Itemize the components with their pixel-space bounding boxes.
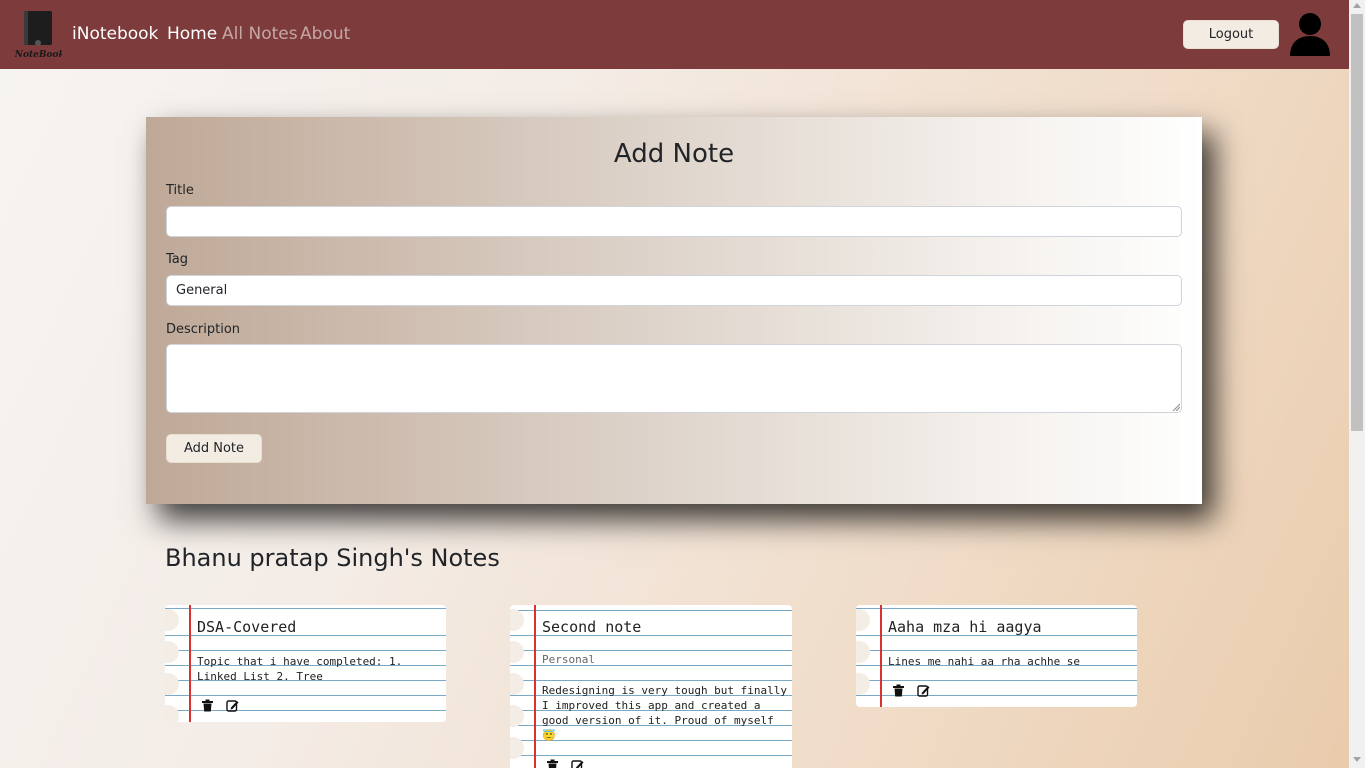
- add-note-button[interactable]: Add Note: [166, 434, 262, 463]
- paper-hole: [165, 673, 179, 695]
- margin-line: [880, 605, 882, 707]
- edit-icon[interactable]: [571, 759, 584, 768]
- note-description: Topic that i have completed: 1. Linked L…: [197, 655, 403, 683]
- title-input[interactable]: [166, 206, 1182, 237]
- paper-hole: [856, 641, 870, 663]
- description-textarea[interactable]: [166, 344, 1182, 413]
- add-note-heading: Add Note: [613, 139, 735, 169]
- paper-hole: [165, 705, 179, 722]
- trash-icon[interactable]: [546, 759, 559, 768]
- brand-name[interactable]: iNotebook: [72, 24, 158, 44]
- paper-hole: [856, 673, 870, 695]
- notebook-logo-icon[interactable]: iNoteBook: [14, 9, 62, 61]
- nav-about[interactable]: About: [300, 24, 350, 44]
- margin-line: [534, 605, 536, 768]
- scroll-up-arrow-icon[interactable]: [1353, 3, 1361, 8]
- margin-line: [189, 605, 191, 722]
- note-card: DSA-Covered Topic that i have completed:…: [165, 605, 446, 722]
- paper-hole: [165, 641, 179, 663]
- note-title: DSA-Covered: [197, 618, 297, 636]
- notes-section-heading: Bhanu pratap Singh's Notes: [165, 544, 500, 572]
- note-title: Second note: [542, 618, 642, 636]
- resize-grip-icon[interactable]: [1172, 403, 1180, 411]
- tag-input[interactable]: [166, 275, 1182, 306]
- paper-hole: [165, 609, 179, 631]
- trash-icon[interactable]: [201, 699, 214, 712]
- logo-caption: iNoteBook: [14, 50, 62, 60]
- paper-hole: [510, 609, 524, 631]
- note-title: Aaha mza hi aagya: [888, 618, 1042, 636]
- edit-icon[interactable]: [917, 684, 930, 697]
- add-note-card: Add Note Title Tag Description Add Note: [146, 117, 1202, 504]
- note-description: Redesigning is very tough but finally I …: [542, 684, 788, 742]
- note-tag: Personal: [542, 653, 595, 666]
- trash-icon[interactable]: [892, 684, 905, 697]
- paper-hole: [510, 705, 524, 727]
- nav-all-notes[interactable]: All Notes: [222, 24, 298, 44]
- paper-hole: [510, 673, 524, 695]
- note-card: Second note Personal Redesigning is very…: [510, 605, 792, 768]
- note-description: Lines me nahi aa rha achhe se: [888, 655, 1081, 668]
- paper-hole: [856, 609, 870, 631]
- paper-hole: [510, 641, 524, 663]
- edit-icon[interactable]: [226, 699, 239, 712]
- paper-hole: [510, 737, 524, 759]
- user-avatar-icon[interactable]: [1289, 12, 1331, 56]
- navbar: iNoteBook iNotebook Home All Notes About…: [0, 0, 1349, 69]
- note-card: Aaha mza hi aagya Lines me nahi aa rha a…: [856, 605, 1137, 707]
- scrollbar-thumb[interactable]: [1351, 14, 1363, 431]
- nav-home[interactable]: Home: [167, 24, 217, 44]
- title-label: Title: [166, 183, 194, 198]
- description-label: Description: [166, 322, 241, 337]
- scroll-down-arrow-icon[interactable]: [1353, 757, 1361, 762]
- tag-label: Tag: [166, 252, 189, 267]
- logout-button[interactable]: Logout: [1183, 20, 1279, 49]
